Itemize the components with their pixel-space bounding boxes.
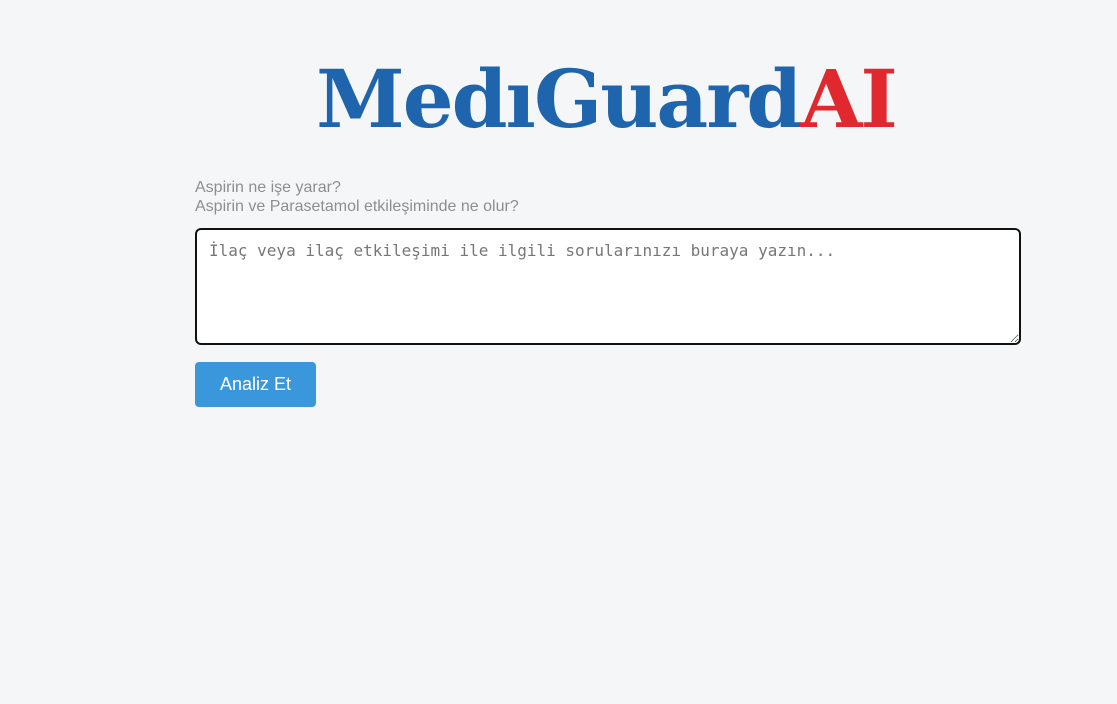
question-input[interactable]: [195, 228, 1021, 345]
page: MedıGuardAI Aspirin ne işe yarar? Aspiri…: [0, 0, 1117, 704]
example-question: Aspirin ve Parasetamol etkileşiminde ne …: [195, 198, 519, 215]
logo-accent-text: AI: [800, 52, 897, 146]
app-logo: MedıGuardAI: [0, 53, 1117, 145]
logo-main-text: MedıGuard: [316, 52, 802, 146]
example-question: Aspirin ne işe yarar?: [195, 179, 341, 196]
analyze-button[interactable]: Analiz Et: [195, 362, 316, 407]
example-questions: Aspirin ne işe yarar? Aspirin ve Paraset…: [195, 178, 519, 216]
